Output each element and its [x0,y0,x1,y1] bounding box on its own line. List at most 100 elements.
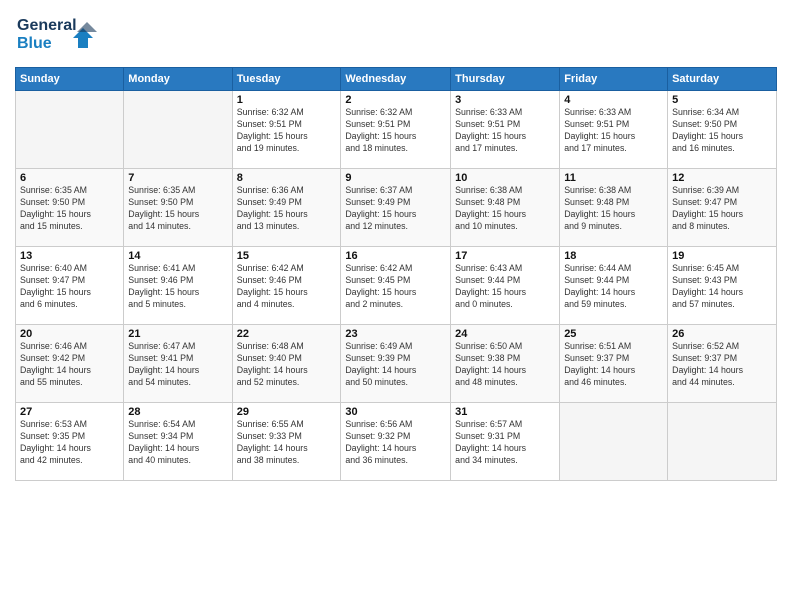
calendar-day-cell: 15Sunrise: 6:42 AM Sunset: 9:46 PM Dayli… [232,247,341,325]
day-info: Sunrise: 6:44 AM Sunset: 9:44 PM Dayligh… [564,263,663,311]
day-number: 29 [237,406,337,418]
calendar-day-cell: 20Sunrise: 6:46 AM Sunset: 9:42 PM Dayli… [16,325,124,403]
calendar-week-row: 20Sunrise: 6:46 AM Sunset: 9:42 PM Dayli… [16,325,777,403]
weekday-header: Wednesday [341,68,451,91]
logo-icon: General Blue [15,10,105,54]
day-info: Sunrise: 6:38 AM Sunset: 9:48 PM Dayligh… [455,185,555,233]
calendar-day-cell [16,91,124,169]
calendar-header-row: SundayMondayTuesdayWednesdayThursdayFrid… [16,68,777,91]
day-info: Sunrise: 6:34 AM Sunset: 9:50 PM Dayligh… [672,107,772,155]
calendar-day-cell: 27Sunrise: 6:53 AM Sunset: 9:35 PM Dayli… [16,403,124,481]
calendar-day-cell [124,91,232,169]
calendar-day-cell: 26Sunrise: 6:52 AM Sunset: 9:37 PM Dayli… [668,325,777,403]
day-number: 11 [564,172,663,184]
day-number: 15 [237,250,337,262]
calendar-day-cell: 18Sunrise: 6:44 AM Sunset: 9:44 PM Dayli… [560,247,668,325]
day-number: 7 [128,172,227,184]
day-info: Sunrise: 6:54 AM Sunset: 9:34 PM Dayligh… [128,419,227,467]
day-number: 6 [20,172,119,184]
day-number: 17 [455,250,555,262]
day-info: Sunrise: 6:57 AM Sunset: 9:31 PM Dayligh… [455,419,555,467]
calendar-day-cell: 14Sunrise: 6:41 AM Sunset: 9:46 PM Dayli… [124,247,232,325]
day-info: Sunrise: 6:48 AM Sunset: 9:40 PM Dayligh… [237,341,337,389]
weekday-header: Sunday [16,68,124,91]
day-number: 1 [237,94,337,106]
calendar-day-cell: 13Sunrise: 6:40 AM Sunset: 9:47 PM Dayli… [16,247,124,325]
svg-text:General: General [17,17,77,34]
day-number: 26 [672,328,772,340]
day-info: Sunrise: 6:53 AM Sunset: 9:35 PM Dayligh… [20,419,119,467]
day-info: Sunrise: 6:32 AM Sunset: 9:51 PM Dayligh… [345,107,446,155]
day-number: 25 [564,328,663,340]
day-number: 30 [345,406,446,418]
calendar-day-cell: 11Sunrise: 6:38 AM Sunset: 9:48 PM Dayli… [560,169,668,247]
day-info: Sunrise: 6:52 AM Sunset: 9:37 PM Dayligh… [672,341,772,389]
day-number: 27 [20,406,119,418]
day-number: 4 [564,94,663,106]
day-info: Sunrise: 6:50 AM Sunset: 9:38 PM Dayligh… [455,341,555,389]
calendar-day-cell: 25Sunrise: 6:51 AM Sunset: 9:37 PM Dayli… [560,325,668,403]
day-info: Sunrise: 6:49 AM Sunset: 9:39 PM Dayligh… [345,341,446,389]
day-number: 8 [237,172,337,184]
calendar-day-cell: 23Sunrise: 6:49 AM Sunset: 9:39 PM Dayli… [341,325,451,403]
day-number: 13 [20,250,119,262]
day-number: 5 [672,94,772,106]
calendar-day-cell: 12Sunrise: 6:39 AM Sunset: 9:47 PM Dayli… [668,169,777,247]
day-number: 18 [564,250,663,262]
day-info: Sunrise: 6:42 AM Sunset: 9:46 PM Dayligh… [237,263,337,311]
calendar-day-cell: 4Sunrise: 6:33 AM Sunset: 9:51 PM Daylig… [560,91,668,169]
day-number: 3 [455,94,555,106]
day-number: 2 [345,94,446,106]
calendar-day-cell: 10Sunrise: 6:38 AM Sunset: 9:48 PM Dayli… [451,169,560,247]
day-info: Sunrise: 6:35 AM Sunset: 9:50 PM Dayligh… [128,185,227,233]
page: General Blue SundayMondayTuesdayWednesda… [0,0,792,612]
calendar-day-cell: 21Sunrise: 6:47 AM Sunset: 9:41 PM Dayli… [124,325,232,403]
day-number: 22 [237,328,337,340]
day-number: 28 [128,406,227,418]
day-number: 23 [345,328,446,340]
day-info: Sunrise: 6:56 AM Sunset: 9:32 PM Dayligh… [345,419,446,467]
calendar-day-cell [668,403,777,481]
day-number: 12 [672,172,772,184]
day-info: Sunrise: 6:33 AM Sunset: 9:51 PM Dayligh… [455,107,555,155]
day-info: Sunrise: 6:41 AM Sunset: 9:46 PM Dayligh… [128,263,227,311]
calendar-week-row: 6Sunrise: 6:35 AM Sunset: 9:50 PM Daylig… [16,169,777,247]
day-info: Sunrise: 6:38 AM Sunset: 9:48 PM Dayligh… [564,185,663,233]
calendar-day-cell: 7Sunrise: 6:35 AM Sunset: 9:50 PM Daylig… [124,169,232,247]
weekday-header: Monday [124,68,232,91]
day-info: Sunrise: 6:42 AM Sunset: 9:45 PM Dayligh… [345,263,446,311]
calendar-week-row: 1Sunrise: 6:32 AM Sunset: 9:51 PM Daylig… [16,91,777,169]
calendar-day-cell: 2Sunrise: 6:32 AM Sunset: 9:51 PM Daylig… [341,91,451,169]
weekday-header: Friday [560,68,668,91]
day-number: 9 [345,172,446,184]
day-info: Sunrise: 6:47 AM Sunset: 9:41 PM Dayligh… [128,341,227,389]
day-number: 24 [455,328,555,340]
day-number: 14 [128,250,227,262]
weekday-header: Saturday [668,68,777,91]
day-info: Sunrise: 6:36 AM Sunset: 9:49 PM Dayligh… [237,185,337,233]
day-info: Sunrise: 6:32 AM Sunset: 9:51 PM Dayligh… [237,107,337,155]
calendar-day-cell: 17Sunrise: 6:43 AM Sunset: 9:44 PM Dayli… [451,247,560,325]
calendar-day-cell: 31Sunrise: 6:57 AM Sunset: 9:31 PM Dayli… [451,403,560,481]
calendar-day-cell: 28Sunrise: 6:54 AM Sunset: 9:34 PM Dayli… [124,403,232,481]
day-info: Sunrise: 6:39 AM Sunset: 9:47 PM Dayligh… [672,185,772,233]
calendar-table: SundayMondayTuesdayWednesdayThursdayFrid… [15,67,777,481]
calendar-day-cell: 24Sunrise: 6:50 AM Sunset: 9:38 PM Dayli… [451,325,560,403]
calendar-day-cell: 8Sunrise: 6:36 AM Sunset: 9:49 PM Daylig… [232,169,341,247]
day-number: 16 [345,250,446,262]
day-info: Sunrise: 6:43 AM Sunset: 9:44 PM Dayligh… [455,263,555,311]
day-number: 21 [128,328,227,340]
calendar-day-cell [560,403,668,481]
day-number: 31 [455,406,555,418]
day-info: Sunrise: 6:51 AM Sunset: 9:37 PM Dayligh… [564,341,663,389]
day-info: Sunrise: 6:37 AM Sunset: 9:49 PM Dayligh… [345,185,446,233]
day-info: Sunrise: 6:55 AM Sunset: 9:33 PM Dayligh… [237,419,337,467]
day-info: Sunrise: 6:35 AM Sunset: 9:50 PM Dayligh… [20,185,119,233]
day-number: 10 [455,172,555,184]
day-info: Sunrise: 6:33 AM Sunset: 9:51 PM Dayligh… [564,107,663,155]
calendar-day-cell: 9Sunrise: 6:37 AM Sunset: 9:49 PM Daylig… [341,169,451,247]
calendar-day-cell: 3Sunrise: 6:33 AM Sunset: 9:51 PM Daylig… [451,91,560,169]
calendar-day-cell: 5Sunrise: 6:34 AM Sunset: 9:50 PM Daylig… [668,91,777,169]
svg-text:Blue: Blue [17,35,52,52]
day-info: Sunrise: 6:46 AM Sunset: 9:42 PM Dayligh… [20,341,119,389]
